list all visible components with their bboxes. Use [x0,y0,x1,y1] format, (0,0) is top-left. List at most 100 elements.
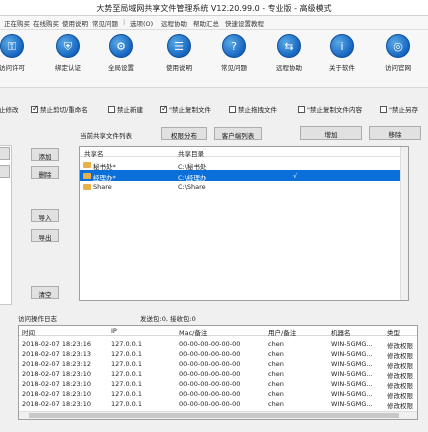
toolbar-about-button[interactable]: i 关于软件 [318,34,366,72]
log-row[interactable]: 2018-02-07 18:23:10 127.0.0.1 00-00-00-0… [19,369,417,380]
clear-button[interactable]: 清空 [31,286,59,299]
checkbox[interactable] [108,105,115,113]
option-no-new[interactable]: 禁止新建 [108,104,143,114]
log-row[interactable]: 2018-02-07 18:23:13 127.0.0.1 00-00-00-0… [19,349,417,360]
log-horizontal-scrollbar[interactable] [19,411,417,419]
packet-status: 发送包:0, 接收包:0 [140,315,196,323]
log-row[interactable]: 2018-02-07 18:23:10 127.0.0.1 00-00-00-0… [19,399,417,410]
checkbox[interactable] [298,105,305,113]
menu-item-buying[interactable]: 正在购买 [4,18,30,28]
column-header-type[interactable]: 类型 [387,327,400,337]
toolbar-global-button[interactable]: ⚙ 全局设置 [97,34,145,72]
option-no-drag[interactable]: 禁止拖拽文件 [229,104,277,114]
share-list-label: 当前共享文件列表 [80,132,132,140]
log-cell-mac: 00-00-00-00-00-00 [179,400,241,408]
left-panel-button[interactable] [0,147,10,160]
log-cell-time: 2018-02-07 18:23:10 [22,390,92,398]
button-label: 添加 [38,153,52,161]
toolbar-label: 访问官网 [385,64,411,72]
button-label: 客户端列表 [221,132,255,140]
option-no-cut-rename[interactable]: 禁止剪切/重命名 [31,104,88,114]
menu-item-options[interactable]: 选项(O) [130,18,153,28]
menu-item-faq[interactable]: 常见问题 [92,18,118,28]
log-row[interactable]: 2018-02-07 18:23:10 127.0.0.1 00-00-00-0… [19,389,417,400]
column-header-share-dir[interactable]: 共享目录 [178,148,204,158]
checkbox-checked[interactable] [160,104,168,113]
menu-item-quick-setup[interactable]: 快速设置教程 [225,18,264,28]
toolbar-label: 常见问题 [221,64,247,72]
option-no-copy-file[interactable]: "禁止复制文件 [160,104,211,114]
button-label: 导出 [38,234,52,242]
share-list-scrollbar[interactable] [400,147,408,300]
option-no-save-as[interactable]: "禁止另存 [380,104,418,114]
client-list-button[interactable]: 客户端列表 [214,127,262,140]
log-row[interactable]: 2018-02-07 18:23:10 127.0.0.1 00-00-00-0… [19,379,417,390]
button-label: 清空 [38,291,52,299]
share-row[interactable]: Share C:\Share [80,181,408,192]
log-cell-machine: WIN-5GMG... [331,380,373,388]
menu-item-online-buy[interactable]: 在线购买 [33,18,59,28]
left-panel-button[interactable] [0,165,10,178]
column-header-mac[interactable]: Mac/备注 [179,327,207,337]
log-cell-user: chen [268,340,284,348]
column-header-ip[interactable]: IP [111,327,117,335]
column-header-time[interactable]: 时间 [22,327,35,337]
toolbar-remote-button[interactable]: ⇆ 远程协助 [265,34,313,72]
option-label: 禁止剪切/重命名 [40,106,88,114]
log-cell-machine: WIN-5GMG... [331,350,373,358]
toolbar-faq-button[interactable]: ? 常见问题 [210,34,258,72]
option-no-modify[interactable]: 止修改 [0,104,19,114]
checkbox[interactable] [229,105,236,113]
folder-icon [83,184,91,190]
share-path: C:\Share [178,183,206,191]
toolbar-bind-button[interactable]: ⛨ 绑定认证 [44,34,92,72]
delete-button[interactable]: 删除 [31,166,59,179]
log-cell-user: chen [268,390,284,398]
log-table[interactable]: 时间 IP Mac/备注 用户/备注 机器名 类型 2018-02-07 18:… [18,325,418,420]
export-button[interactable]: 导出 [31,229,59,242]
gear-icon: ⚙ [109,34,133,58]
title-bar: 大势至局域网共享文件管理系统 V12.20.99.0 - 专业版 - 高级模式 [0,0,428,16]
log-cell-machine: WIN-5GMG... [331,370,373,378]
column-header-machine[interactable]: 机器名 [331,327,351,337]
remote-icon: ⇆ [277,34,301,58]
menu-item-remote[interactable]: 远程协助 [161,18,187,28]
log-table-header: 时间 IP Mac/备注 用户/备注 机器名 类型 [19,326,417,337]
log-cell-ip: 127.0.0.1 [111,380,143,388]
checkbox[interactable] [380,105,387,113]
perm-distribution-button[interactable]: 权限分布 [161,127,207,140]
toolbar-label: 使用说明 [166,64,192,72]
share-row-selected[interactable]: 经理办* C:\经理办 √ [80,170,408,182]
option-label: "禁止复制文件 [169,106,211,114]
toolbar-access-button[interactable]: ⚿ 访问许可 [0,34,36,72]
menu-item-manual[interactable]: 使用说明 [62,18,88,28]
folder-icon [83,173,91,179]
toolbar-manual-button[interactable]: ☰ 使用说明 [155,34,203,72]
option-label: 止修改 [0,106,19,114]
scrollbar-thumb[interactable] [29,413,399,418]
log-cell-mac: 00-00-00-00-00-00 [179,350,241,358]
log-row[interactable]: 2018-02-07 18:23:16 127.0.0.1 00-00-00-0… [19,339,417,350]
import-button[interactable]: 导入 [31,209,59,222]
add-button[interactable]: 添加 [31,148,59,161]
share-list[interactable]: 共享名 共享目录 秘书处* C:\秘书处 经理办* C:\经理办 √ Share… [79,146,409,301]
window-title: 大势至局域网共享文件管理系统 V12.20.99.0 - 专业版 - 高级模式 [96,4,332,13]
log-label: 访问操作日志 [18,315,57,323]
key-icon: ⚿ [0,34,24,58]
log-cell-mac: 00-00-00-00-00-00 [179,370,241,378]
menu-item-help[interactable]: 帮助汇总 [193,18,219,28]
remove-share-button[interactable]: 移除 [369,126,421,140]
checkbox-checked[interactable] [31,104,39,113]
add-share-button[interactable]: 增加 [300,126,362,140]
column-header-share-name[interactable]: 共享名 [84,148,104,158]
log-cell-type: 修改权限 [387,402,413,410]
share-row[interactable]: 秘书处* C:\秘书处 [80,159,408,171]
question-icon: ? [222,34,246,58]
log-cell-machine: WIN-5GMG... [331,340,373,348]
globe-icon: ◎ [386,34,410,58]
toolbar-website-button[interactable]: ◎ 访问官网 [374,34,422,72]
log-row[interactable]: 2018-02-07 18:23:12 127.0.0.1 00-00-00-0… [19,359,417,370]
toolbar: ⚿ 访问许可 ⛨ 绑定认证 ⚙ 全局设置 ☰ 使用说明 ? 常见问题 ⇆ 远程协… [0,30,428,88]
column-header-user[interactable]: 用户/备注 [268,327,296,337]
option-no-copy-content[interactable]: "禁止复制文件内容 [298,104,362,114]
